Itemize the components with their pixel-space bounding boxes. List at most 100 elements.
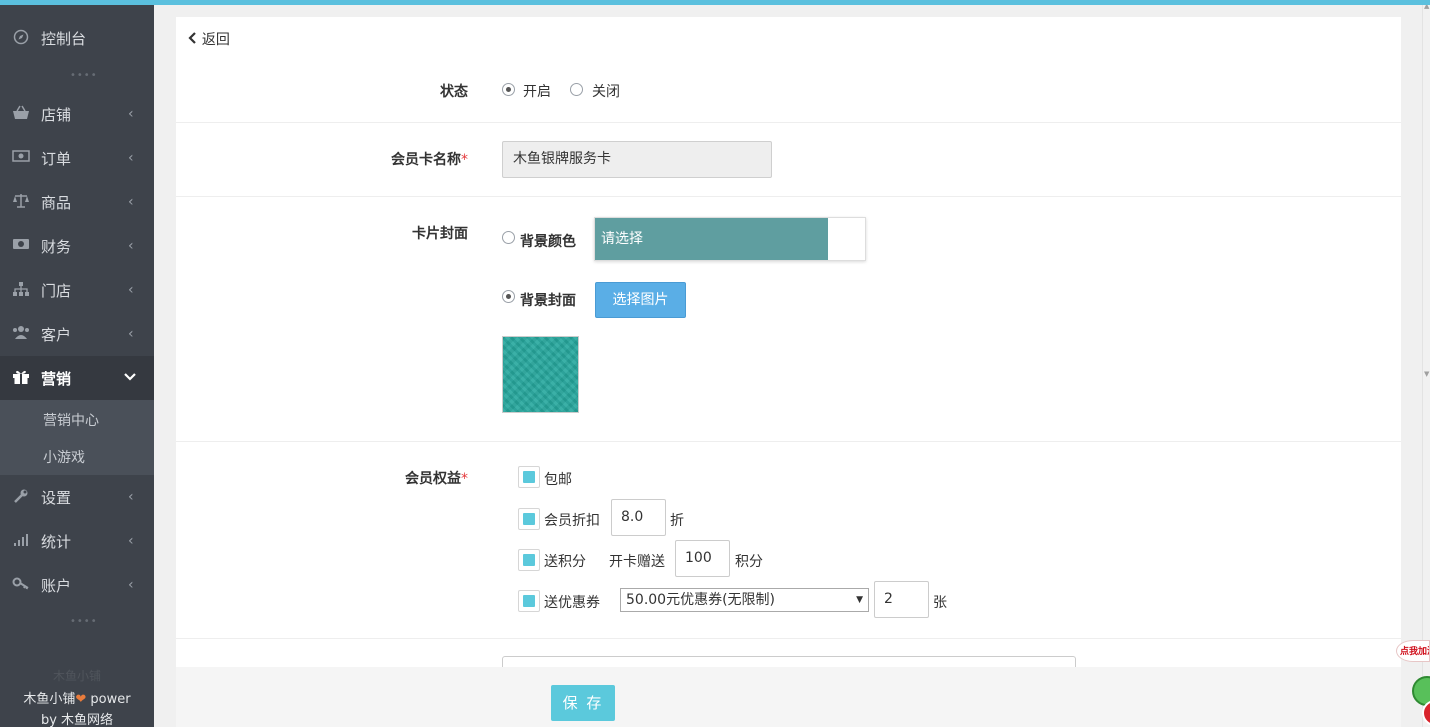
coupon-label: 送优惠券 (544, 595, 600, 611)
gift-icon (12, 369, 30, 387)
benefits-label: 会员权益* (348, 468, 468, 488)
status-label: 状态 (440, 84, 468, 100)
sidebar-item-finance[interactable]: 财务 ‹ (0, 224, 154, 268)
sidebar-item-orders[interactable]: 订单 ‹ (0, 136, 154, 180)
benefits-label-text: 会员权益 (405, 471, 461, 487)
row-divider (176, 196, 1401, 197)
color-picker[interactable]: 请选择 (594, 217, 866, 261)
sidebar-item-label: 客户 (41, 325, 72, 344)
coupon-unit: 张 (933, 595, 947, 611)
card-name-label: 会员卡名称* (348, 149, 468, 169)
save-button[interactable]: 保 存 (551, 685, 615, 721)
chevron-left-icon: ‹ (128, 533, 134, 549)
sidebar-divider: •••• (70, 616, 98, 627)
sidebar: 控制台 •••• 店铺 ‹ 订单 ‹ 商品 ‹ 财务 ‹ 门店 ‹ 客户 ‹ 营… (0, 0, 154, 727)
sidebar-item-marketing[interactable]: 营销 (0, 356, 154, 400)
marketing-submenu: 营销中心 小游戏 (0, 400, 154, 475)
sidebar-item-label: 财务 (41, 237, 72, 256)
footer-brand: 木鱼小铺 (23, 692, 76, 707)
sidebar-item-products[interactable]: 商品 ‹ (0, 180, 154, 224)
action-bar (176, 667, 1401, 727)
wrench-icon (12, 488, 30, 506)
discount-unit: 折 (670, 513, 684, 529)
sidebar-footer-by[interactable]: by 木鱼网络 (0, 709, 154, 727)
submenu-item-mini-games[interactable]: 小游戏 (43, 447, 85, 467)
cash-icon (12, 237, 30, 255)
submenu-item-marketing-center[interactable]: 营销中心 (43, 410, 99, 430)
chevron-left-icon: ‹ (128, 326, 134, 342)
chevron-left-icon: ‹ (128, 489, 134, 505)
points-unit: 积分 (735, 554, 763, 570)
next-field-input[interactable] (502, 656, 1076, 667)
sidebar-item-stores[interactable]: 门店 ‹ (0, 268, 154, 312)
points-label: 送积分 (544, 554, 586, 570)
coupon-select-value: 50.00元优惠券(无限制) (626, 592, 776, 608)
free-shipping-label: 包邮 (544, 472, 572, 488)
bg-image-label[interactable]: 背景封面 (520, 290, 576, 310)
card-name-input[interactable]: 木鱼银牌服务卡 (502, 141, 772, 178)
sidebar-item-label: 账户 (41, 576, 72, 595)
coupon-checkbox[interactable] (518, 590, 540, 612)
back-label: 返回 (201, 32, 230, 48)
key-icon (12, 576, 30, 594)
users-icon (12, 325, 30, 343)
chevron-left-icon: ‹ (128, 282, 134, 298)
sidebar-item-dashboard[interactable]: 控制台 (0, 16, 154, 60)
sidebar-item-label: 控制台 (41, 29, 87, 48)
back-link[interactable]: 返回 (188, 29, 230, 49)
color-picker-swatch: 请选择 (595, 218, 828, 260)
sidebar-item-statistics[interactable]: 统计 ‹ (0, 519, 154, 563)
discount-input[interactable]: 8.0 (611, 499, 666, 536)
required-marker: * (461, 471, 468, 487)
chevron-left-icon: ‹ (128, 150, 134, 166)
points-input[interactable]: 100 (675, 540, 730, 577)
signal-icon (12, 532, 30, 550)
sitemap-icon (12, 281, 30, 299)
chevron-left-icon: ‹ (128, 194, 134, 210)
sidebar-item-settings[interactable]: 设置 ‹ (0, 475, 154, 519)
sidebar-item-label: 设置 (41, 488, 72, 507)
sidebar-footer-watermark: 木鱼小铺 (52, 669, 101, 683)
sidebar-item-label: 统计 (41, 532, 72, 551)
vertical-scrollbar[interactable] (1422, 0, 1430, 727)
bg-image-radio[interactable] (502, 290, 515, 303)
free-shipping-checkbox[interactable] (518, 466, 540, 488)
chevron-down-icon (124, 370, 136, 386)
sidebar-item-account[interactable]: 账户 ‹ (0, 563, 154, 607)
top-accent-bar (0, 0, 1430, 5)
card-name-label-text: 会员卡名称 (391, 152, 461, 168)
form-panel (176, 17, 1401, 667)
money-icon (12, 149, 30, 167)
status-on-radio[interactable] (502, 83, 515, 96)
sidebar-divider: •••• (70, 70, 98, 81)
coupon-count-input[interactable]: 2 (874, 581, 929, 618)
discount-checkbox[interactable] (518, 508, 540, 530)
status-off-label[interactable]: 关闭 (592, 81, 620, 101)
points-prefix: 开卡赠送 (609, 554, 665, 570)
points-checkbox[interactable] (518, 549, 540, 571)
status-on-label[interactable]: 开启 (523, 81, 551, 101)
sidebar-item-label: 商品 (41, 193, 72, 212)
floating-mascot-icon[interactable] (1402, 668, 1430, 727)
cover-image-preview[interactable] (502, 336, 579, 413)
bg-color-radio[interactable] (502, 231, 515, 244)
coupon-select[interactable]: 50.00元优惠券(无限制) ▼ (620, 588, 869, 612)
sidebar-item-label: 店铺 (41, 105, 72, 124)
scroll-down-icon[interactable]: ▼ (1424, 370, 1429, 378)
status-off-radio[interactable] (570, 83, 583, 96)
sidebar-item-label: 订单 (41, 149, 72, 168)
chevron-left-icon: ‹ (128, 238, 134, 254)
chevron-left-icon: ‹ (128, 106, 134, 122)
bg-color-label[interactable]: 背景颜色 (520, 231, 576, 251)
discount-label: 会员折扣 (544, 513, 600, 529)
basket-icon (12, 105, 30, 123)
floating-promo-badge[interactable]: 点我加波 (1396, 640, 1430, 662)
row-divider (176, 441, 1401, 442)
row-divider (176, 122, 1401, 123)
sidebar-item-store[interactable]: 店铺 ‹ (0, 92, 154, 136)
sidebar-item-customers[interactable]: 客户 ‹ (0, 312, 154, 356)
sidebar-item-label: 门店 (41, 281, 72, 300)
heart-icon: ❤ (75, 692, 87, 707)
choose-image-button[interactable]: 选择图片 (595, 282, 686, 318)
scale-icon (12, 193, 30, 211)
